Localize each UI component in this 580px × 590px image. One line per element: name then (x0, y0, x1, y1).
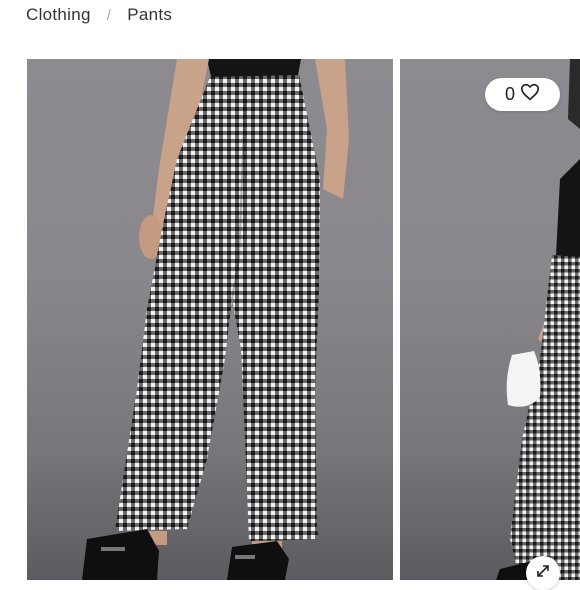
expand-arrows-icon (535, 563, 551, 584)
favorite-count: 0 (504, 84, 515, 104)
favorite-button[interactable]: 0 (485, 78, 560, 111)
product-image-secondary[interactable] (400, 59, 580, 580)
breadcrumb-clothing[interactable]: Clothing (26, 5, 91, 25)
gingham-pants-back-view (82, 59, 349, 580)
breadcrumb: Clothing / Pants (26, 4, 172, 26)
expand-image-button[interactable] (526, 556, 560, 590)
product-image-gallery[interactable] (0, 59, 580, 580)
gingham-pants-side-view (496, 59, 580, 580)
product-image-main[interactable] (27, 59, 393, 580)
breadcrumb-pants[interactable]: Pants (127, 5, 172, 25)
breadcrumb-separator: / (106, 6, 112, 24)
heart-icon (520, 83, 540, 106)
